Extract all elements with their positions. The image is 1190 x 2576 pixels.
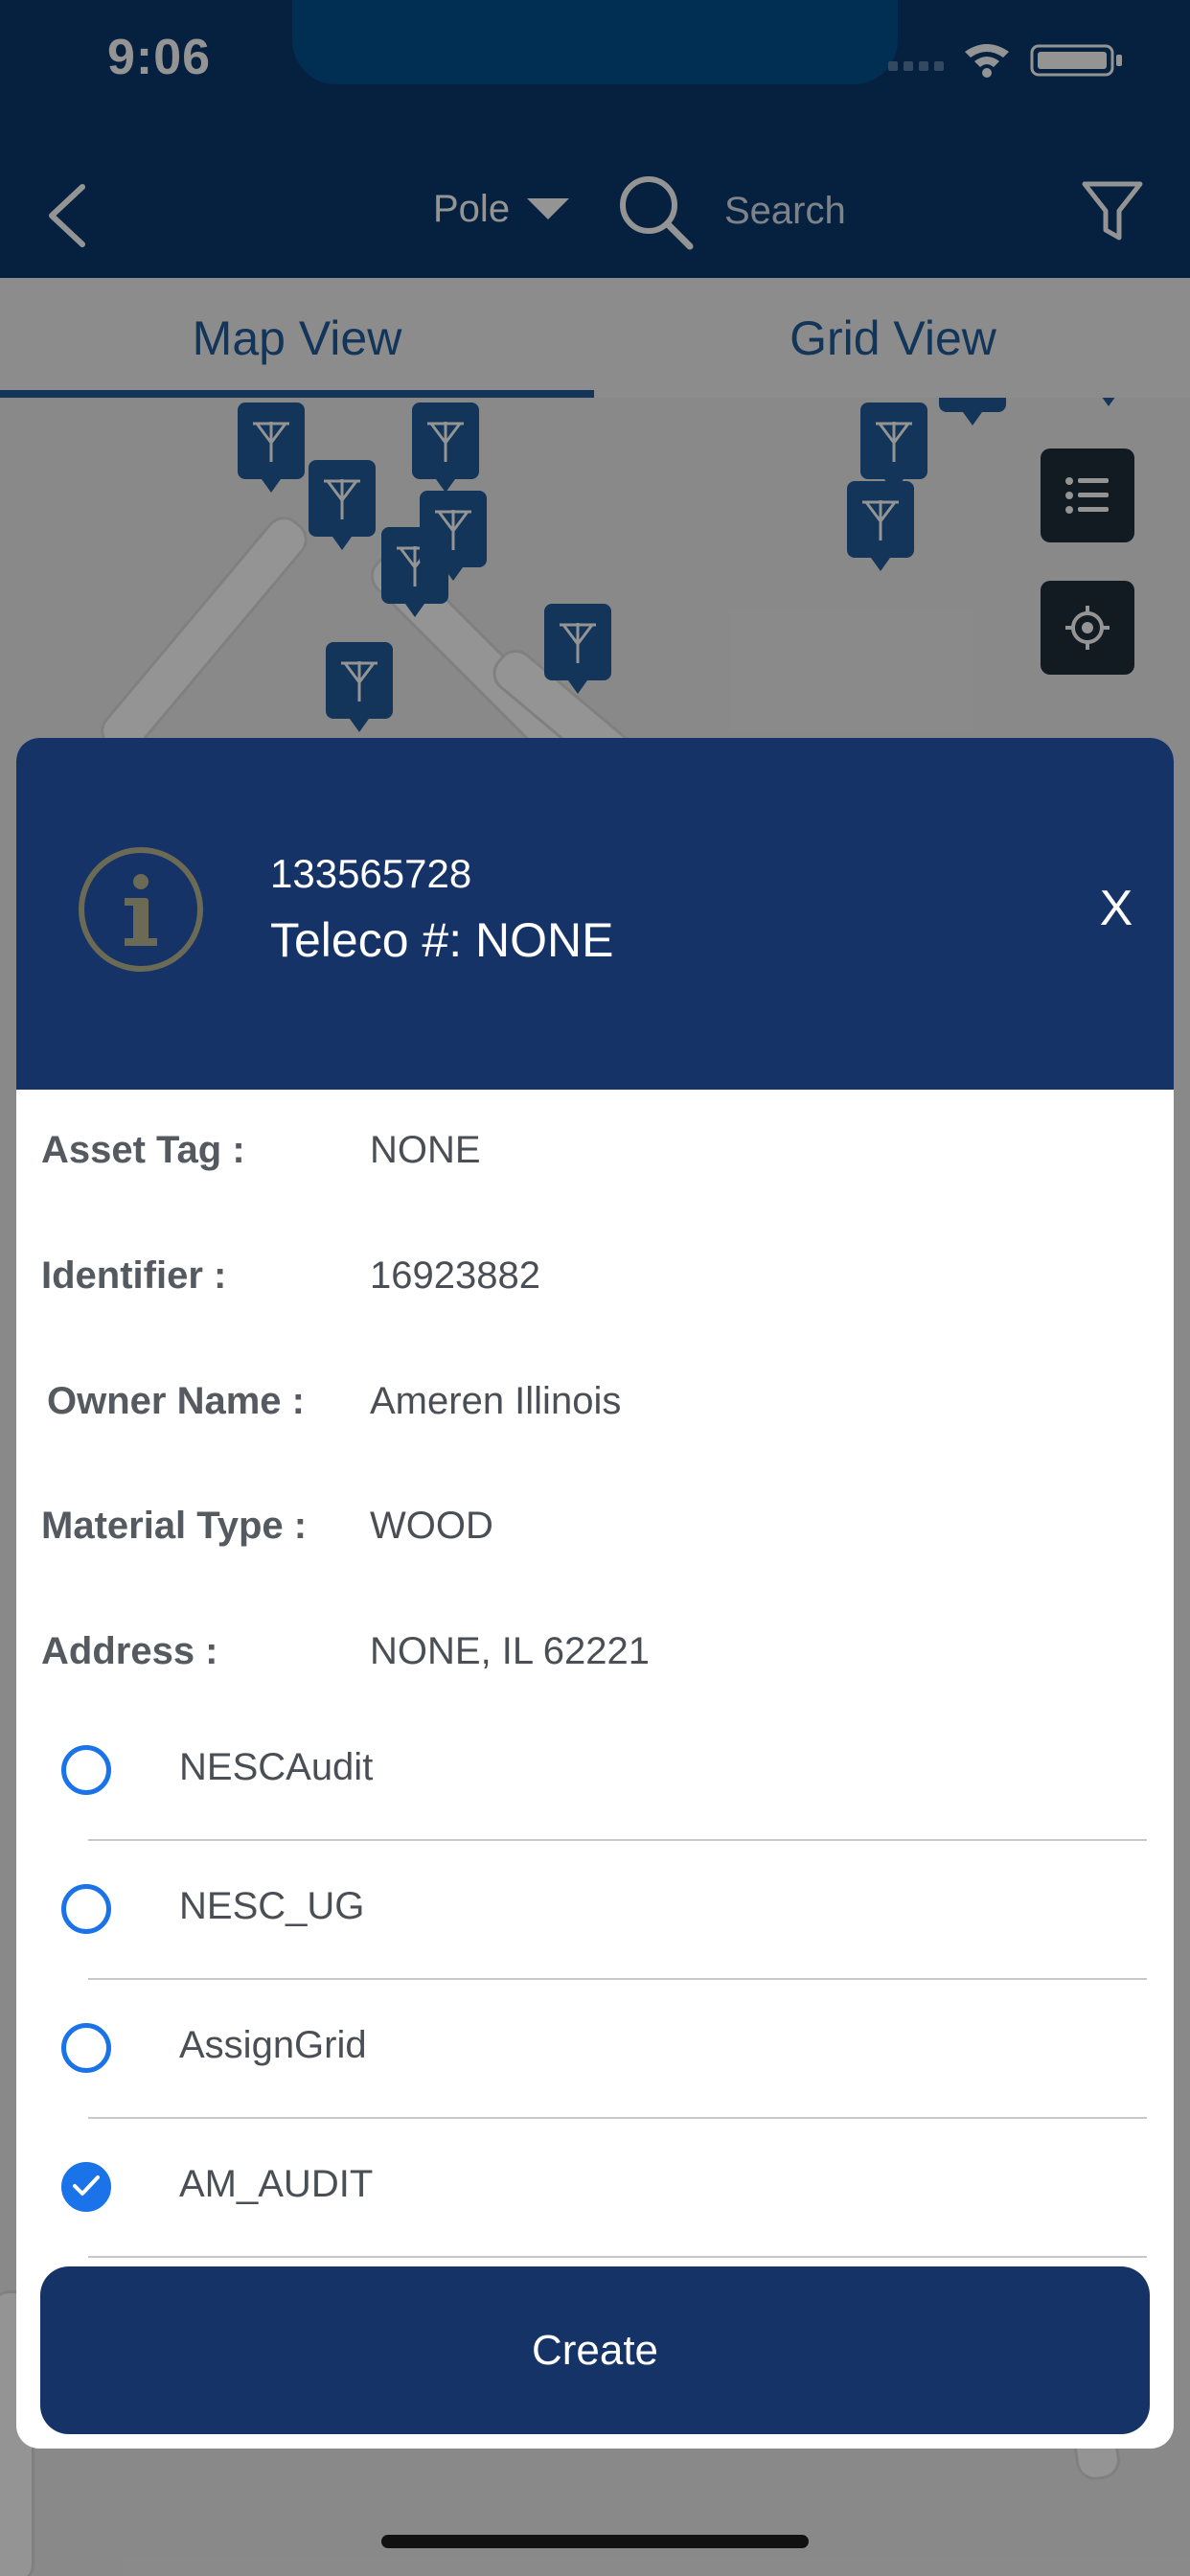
asset-id: 133565728 (270, 851, 472, 896)
option-label: NESCAudit (179, 1746, 374, 1788)
option-assigngrid[interactable]: AssignGrid (16, 1980, 1174, 2119)
option-label: AssignGrid (179, 2024, 367, 2066)
radio-button[interactable] (61, 1884, 111, 1934)
info-icon (79, 847, 203, 972)
radio-button[interactable] (61, 2023, 111, 2073)
app-screen: Map View Grid View 9:06 Pole Search 1335… (0, 0, 1190, 2576)
dialog-header: 133565728 Teleco #: NONE X (16, 738, 1174, 1090)
identifier-value: 16923882 (370, 1254, 540, 1297)
option-am-audit[interactable]: AM_AUDIT (16, 2119, 1174, 2258)
address-value: NONE, IL 62221 (370, 1630, 651, 1672)
asset-tag-label: Asset Tag : (41, 1129, 245, 1171)
dialog-title: Teleco #: NONE (270, 913, 614, 967)
home-indicator (381, 2535, 809, 2548)
close-button[interactable]: X (1087, 880, 1145, 937)
option-label: NESC_UG (179, 1885, 365, 1927)
material-type-label: Material Type : (41, 1505, 308, 1547)
option-nesc-ug[interactable]: NESC_UG (16, 1841, 1174, 1980)
owner-name-value: Ameren Illinois (370, 1380, 622, 1422)
asset-tag-value: NONE (370, 1129, 481, 1171)
divider (88, 2256, 1147, 2258)
option-label: AM_AUDIT (179, 2163, 374, 2205)
create-button[interactable]: Create (40, 2266, 1150, 2434)
checkmark-icon (73, 2175, 100, 2196)
identifier-label: Identifier : (41, 1254, 227, 1297)
asset-detail-dialog: 133565728 Teleco #: NONE X Asset Tag : N… (16, 738, 1174, 2449)
radio-button[interactable] (61, 1745, 111, 1795)
owner-name-label: Owner Name : (47, 1380, 305, 1422)
material-type-value: WOOD (370, 1505, 493, 1547)
option-nescaudit[interactable]: NESCAudit (16, 1702, 1174, 1841)
radio-button-checked[interactable] (61, 2162, 111, 2212)
address-label: Address : (41, 1630, 218, 1672)
